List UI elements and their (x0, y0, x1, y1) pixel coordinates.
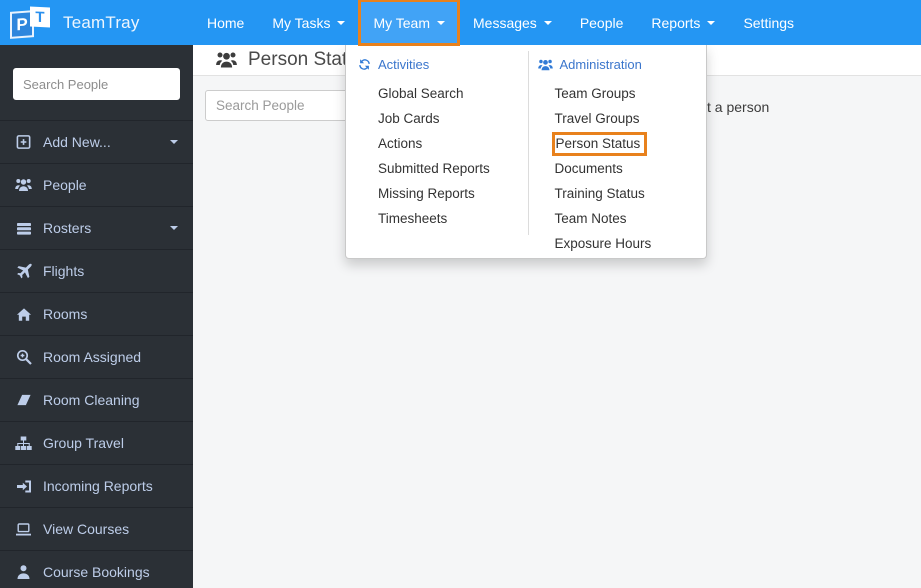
brand-name: TeamTray (63, 12, 140, 32)
nav-item-people[interactable]: People (566, 0, 638, 45)
users-icon (215, 50, 238, 70)
menu-item-documents[interactable]: Documents (528, 156, 707, 181)
caret-down-icon (543, 20, 552, 25)
sidebar-item-room-cleaning[interactable]: Room Cleaning (0, 378, 193, 421)
menu-item-job-cards[interactable]: Job Cards (346, 106, 528, 131)
sidebar-search-input[interactable] (13, 68, 180, 100)
sidebar-item-incoming-reports[interactable]: Incoming Reports (0, 464, 193, 507)
teamtray-app: P T TeamTray Home My Tasks My Team Messa… (0, 0, 921, 588)
teamtray-logo-icon: P T (10, 5, 54, 41)
my-team-dropdown-menu: Activities Global Search Job Cards Actio… (345, 45, 707, 259)
nav-item-reports[interactable]: Reports (637, 0, 729, 45)
caret-down-icon (707, 20, 716, 25)
sitemap-icon (15, 435, 32, 451)
menu-column-activities: Activities Global Search Job Cards Actio… (346, 45, 528, 258)
nav-item-my-tasks[interactable]: My Tasks (258, 0, 359, 45)
plane-icon (15, 263, 32, 279)
menu-item-travel-groups[interactable]: Travel Groups (528, 106, 707, 131)
menu-column-divider (528, 51, 529, 235)
brand[interactable]: P T TeamTray (10, 5, 140, 41)
sidebar-item-rooms[interactable]: Rooms (0, 292, 193, 335)
menu-item-missing-reports[interactable]: Missing Reports (346, 181, 528, 206)
caret-down-icon (170, 226, 178, 230)
menu-item-training-status[interactable]: Training Status (528, 181, 707, 206)
sidebar-item-course-bookings[interactable]: Course Bookings (0, 550, 193, 588)
sidebar-item-room-assigned[interactable]: Room Assigned (0, 335, 193, 378)
sign-in-icon (15, 478, 32, 494)
menu-column-administration: Administration Team Groups Travel Groups… (528, 45, 707, 258)
nav-item-home[interactable]: Home (193, 0, 258, 45)
nav-item-settings[interactable]: Settings (729, 0, 808, 45)
sidebar-item-people[interactable]: People (0, 163, 193, 206)
caret-down-icon (337, 20, 346, 25)
search-plus-icon (15, 349, 32, 365)
caret-down-icon (437, 20, 445, 25)
menu-header-activities: Activities (358, 57, 528, 72)
sidebar-item-flights[interactable]: Flights (0, 249, 193, 292)
logo-letter-t: T (30, 5, 50, 28)
plus-square-icon (15, 134, 32, 150)
users-icon (537, 58, 553, 72)
menu-item-submitted-reports[interactable]: Submitted Reports (346, 156, 528, 181)
menu-header-administration: Administration (537, 57, 707, 72)
caret-down-icon (170, 140, 178, 144)
nav-item-messages[interactable]: Messages (459, 0, 566, 45)
nav-item-my-team[interactable]: My Team (358, 0, 460, 46)
main-nav: Home My Tasks My Team Messages People Re… (193, 0, 808, 46)
laptop-icon (15, 521, 32, 537)
menu-item-team-notes[interactable]: Team Notes (528, 206, 707, 231)
user-icon (15, 564, 32, 580)
menu-item-timesheets[interactable]: Timesheets (346, 206, 528, 231)
top-navbar: P T TeamTray Home My Tasks My Team Messa… (0, 0, 921, 46)
eraser-icon (15, 392, 32, 408)
sidebar-search (0, 45, 193, 120)
home-icon (15, 306, 32, 322)
menu-item-global-search[interactable]: Global Search (346, 81, 528, 106)
menu-item-person-status[interactable]: Person Status (528, 131, 707, 156)
menu-item-exposure-hours[interactable]: Exposure Hours (528, 231, 707, 256)
sidebar-item-add-new[interactable]: Add New... (0, 120, 193, 163)
sidebar-item-group-travel[interactable]: Group Travel (0, 421, 193, 464)
sidebar-item-view-courses[interactable]: View Courses (0, 507, 193, 550)
users-icon (15, 177, 32, 193)
sidebar-item-rosters[interactable]: Rosters (0, 206, 193, 249)
menu-item-team-groups[interactable]: Team Groups (528, 81, 707, 106)
menu-item-actions[interactable]: Actions (346, 131, 528, 156)
refresh-icon (358, 58, 371, 71)
list-icon (15, 220, 32, 236)
sidebar: Add New... People Rosters Flights (0, 45, 193, 588)
